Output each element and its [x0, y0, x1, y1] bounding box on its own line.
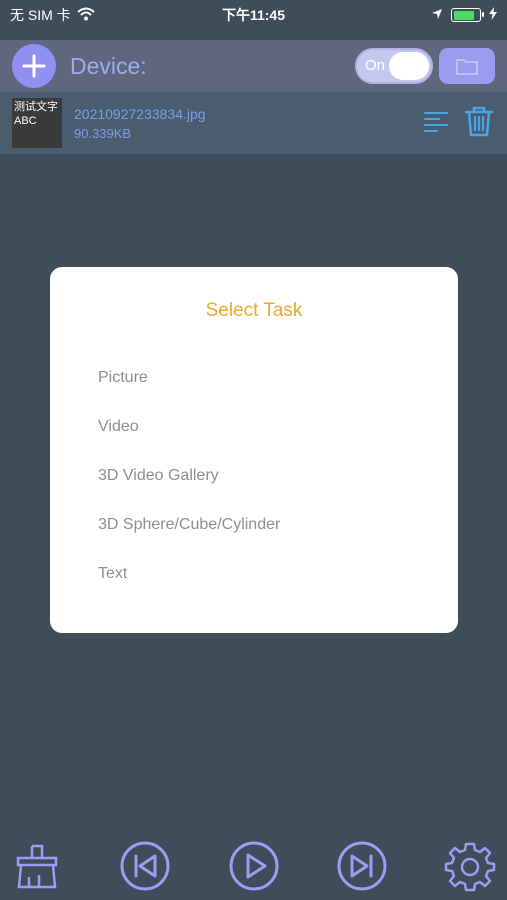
task-option-3d-sphere-cube-cylinder[interactable]: 3D Sphere/Cube/Cylinder	[98, 512, 280, 561]
status-right	[431, 7, 497, 23]
device-toolbar: Device: On	[0, 40, 507, 92]
charging-bolt-icon	[489, 7, 497, 23]
file-list-item[interactable]: 测试文字 ABC 20210927233834.jpg 90.339KB	[0, 92, 507, 154]
toggle-label: On	[365, 57, 386, 74]
file-name: 20210927233834.jpg	[74, 105, 206, 122]
folder-button[interactable]	[439, 48, 495, 84]
trash-icon[interactable]	[463, 105, 495, 142]
play-icon	[229, 841, 278, 891]
battery-icon	[451, 8, 484, 22]
task-option-video[interactable]: Video	[98, 414, 280, 463]
task-option-picture[interactable]: Picture	[98, 365, 280, 414]
carrier-label: 无 SIM 卡	[10, 7, 71, 23]
device-label: Device:	[70, 52, 147, 79]
dialog-title: Select Task	[205, 300, 303, 321]
settings-icon	[444, 842, 496, 892]
toggle-knob	[389, 52, 429, 80]
menu-lines-icon[interactable]	[423, 109, 449, 138]
play-button[interactable]	[227, 839, 281, 893]
next-button[interactable]	[335, 839, 389, 893]
select-task-dialog: Select Task Picture Video 3D Video Galle…	[50, 267, 458, 633]
file-actions	[423, 105, 495, 142]
status-bar: 无 SIM 卡 下午11:45	[0, 0, 507, 30]
task-option-text[interactable]: Text	[98, 561, 280, 610]
clean-brush-icon	[16, 844, 58, 889]
task-list: Picture Video 3D Video Gallery 3D Sphere…	[98, 365, 280, 610]
file-info: 20210927233834.jpg 90.339KB	[74, 106, 206, 141]
status-left: 无 SIM 卡	[10, 5, 95, 25]
plus-icon	[22, 54, 46, 78]
clean-button[interactable]	[10, 839, 64, 893]
file-thumbnail: 测试文字 ABC	[12, 98, 62, 148]
previous-button[interactable]	[118, 839, 172, 893]
thumbnail-text-line2: ABC	[14, 115, 37, 127]
bottom-toolbar	[0, 836, 507, 896]
file-size: 90.339KB	[74, 125, 132, 141]
device-toggle[interactable]: On	[355, 48, 433, 84]
wifi-icon	[77, 7, 95, 24]
location-arrow-icon	[431, 7, 443, 23]
settings-button[interactable]	[443, 839, 497, 893]
battery-fill	[453, 10, 474, 20]
add-button[interactable]	[12, 44, 56, 88]
folder-icon	[456, 59, 478, 75]
task-option-3d-video-gallery[interactable]: 3D Video Gallery	[98, 463, 280, 512]
next-icon	[337, 841, 387, 891]
thumbnail-text-line1: 测试文字	[14, 101, 58, 113]
previous-icon	[120, 841, 170, 891]
